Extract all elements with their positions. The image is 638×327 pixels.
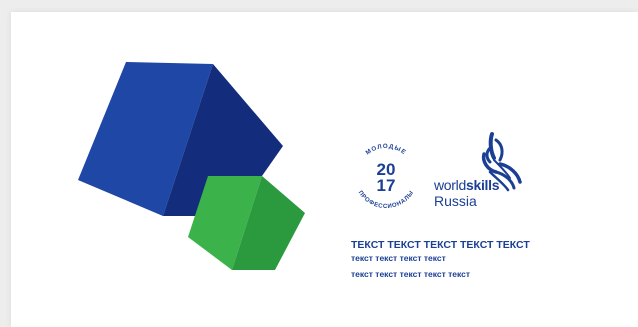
badge-top-text: МОЛОДЫЕ <box>364 143 406 157</box>
svg-text:МОЛОДЫЕ: МОЛОДЫЕ <box>364 143 407 157</box>
worldskills-word-bold: skills <box>465 177 500 193</box>
text-line-2: текст текст текст текст <box>351 253 446 263</box>
badge-year-bottom: 17 <box>377 176 396 195</box>
placeholder-text-block: ТЕКСТ ТЕКСТ ТЕКСТ ТЕКСТ ТЕКСТ текст текс… <box>351 239 530 281</box>
worldskills-wordmark: worldskills <box>434 177 500 193</box>
text-line-3: текст текст текст текст текст <box>351 269 471 279</box>
worldskills-country: Russia <box>434 193 477 209</box>
young-professionals-2017-badge: МОЛОДЫЕ ПРОФЕССИОНАЛЫ 20 17 <box>357 143 415 210</box>
worldskills-word-light: world <box>434 177 466 193</box>
cubes-graphic <box>78 62 305 270</box>
text-line-1: ТЕКСТ ТЕКСТ ТЕКСТ ТЕКСТ ТЕКСТ <box>351 239 530 251</box>
